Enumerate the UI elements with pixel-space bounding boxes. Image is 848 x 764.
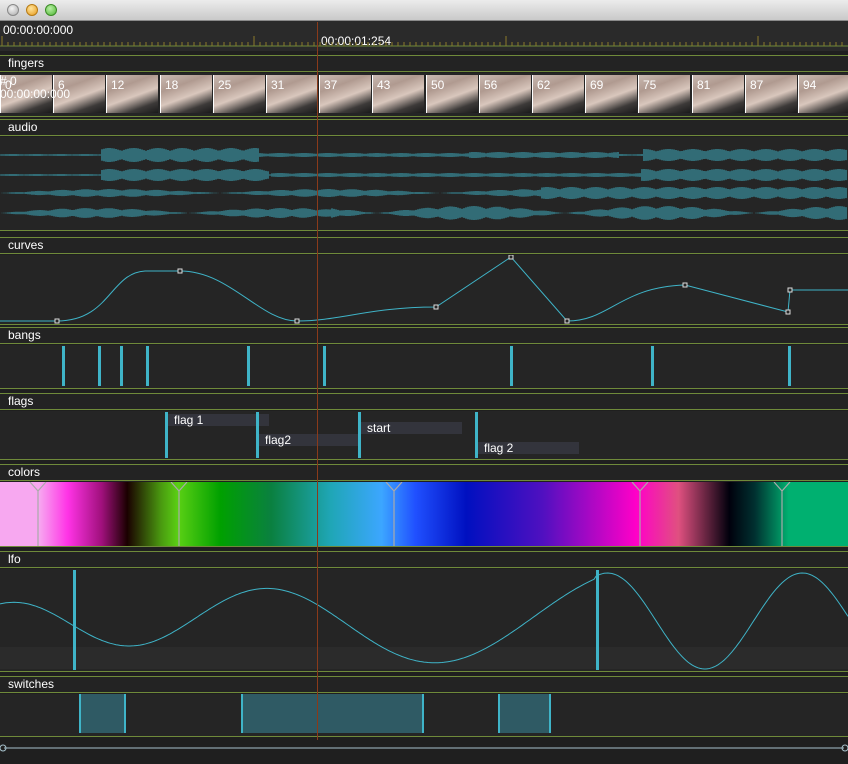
audio-channel-waveform [0, 148, 847, 162]
video-frame-thumbnail: 37 [319, 75, 371, 113]
flag-marker[interactable] [358, 412, 361, 458]
video-frame-thumbnail: 31 [266, 75, 318, 113]
bang-marker [98, 346, 101, 386]
frame-number-label: 81 [697, 78, 711, 92]
audio-channel-waveform [1, 187, 847, 199]
ruler-ticks [0, 36, 848, 47]
flag-label[interactable]: flag 2 [478, 442, 579, 454]
video-frame-thumbnail: 56 [479, 75, 531, 113]
audio-waveforms [0, 148, 847, 220]
zoom-scrollbar-track [0, 744, 848, 752]
curve-graph [0, 255, 848, 324]
video-frame-thumbnail: 69 [585, 75, 637, 113]
curve-keyframe [785, 309, 791, 315]
curve-keyframe [54, 318, 60, 324]
switch-region[interactable] [241, 694, 424, 733]
bang-marker [120, 346, 123, 386]
bang-marker [788, 346, 791, 386]
track-lfo[interactable] [0, 569, 848, 672]
video-frame-thumbnail: 25 [213, 75, 265, 113]
frame-number-label: 43 [377, 78, 391, 92]
track-label-flags[interactable]: flags [0, 393, 848, 410]
curve-keyframe [433, 304, 439, 310]
track-colors[interactable] [0, 482, 848, 547]
video-frame-thumbnail: 43 [372, 75, 424, 113]
frame-number-label: 69 [590, 78, 604, 92]
curve-keyframe [294, 318, 300, 324]
track-label-colors[interactable]: colors [0, 464, 848, 481]
track-label-audio[interactable]: audio [0, 119, 848, 136]
curve-keyframe [564, 318, 570, 324]
frame-number-label: 37 [324, 78, 338, 92]
time-ruler[interactable]: 00:00:00:000 00:00:01:254 [0, 21, 848, 51]
video-frame-thumbnail: 50 [426, 75, 478, 113]
bang-marker [146, 346, 149, 386]
track-bangs[interactable] [0, 345, 848, 389]
window-titlebar [0, 0, 848, 21]
track-switches[interactable] [0, 694, 848, 737]
bang-markers [62, 346, 791, 386]
audio-channel-waveform [1, 206, 847, 220]
track-audio[interactable] [0, 137, 848, 231]
video-frame-thumbnail: 94 [798, 75, 848, 113]
video-frame-thumbnail: 81 [692, 75, 744, 113]
frame-number-label: 12 [111, 78, 125, 92]
track-label-bangs[interactable]: bangs [0, 327, 848, 344]
color-keyframes [29, 482, 791, 546]
frame-number-label: 31 [271, 78, 285, 92]
lfo-keyframe [596, 570, 599, 670]
frame-number-label: 56 [484, 78, 498, 92]
track-label-lfo[interactable]: lfo [0, 551, 848, 568]
frame-number-label: 94 [803, 78, 817, 92]
video-frame-thumbnail: 87 [745, 75, 797, 113]
minimize-window-button[interactable] [26, 4, 38, 16]
bang-marker [651, 346, 654, 386]
flag-label[interactable]: start [361, 422, 462, 434]
frame-overlay-time: 00:00:00:000 [0, 87, 71, 101]
frame-number-label: 50 [431, 78, 445, 92]
track-flags[interactable]: flag 1 flag2 start flag 2 [0, 411, 848, 460]
bang-marker [62, 346, 65, 386]
frame-number-label: 87 [750, 78, 764, 92]
frame-number-label: 75 [643, 78, 657, 92]
video-frame-thumbnail: 62 [532, 75, 584, 113]
zoom-scrollbar[interactable] [0, 741, 848, 759]
switch-region[interactable] [79, 694, 126, 733]
curve-keyframe [508, 255, 514, 260]
close-window-button[interactable] [7, 4, 19, 16]
video-frame-thumbnail: 12 [106, 75, 158, 113]
lfo-wave [0, 570, 848, 670]
video-frame-thumbnail: 18 [160, 75, 212, 113]
track-curves[interactable] [0, 255, 848, 325]
bang-marker [323, 346, 326, 386]
track-label-switches[interactable]: switches [0, 676, 848, 693]
switch-region[interactable] [498, 694, 551, 733]
frame-number-label: 62 [537, 78, 551, 92]
track-fingers[interactable]: 0 6 12 18 25 31 37 43 50 56 62 69 75 81 87 94 # 0 00:00… [0, 73, 848, 117]
frame-number-label: 25 [218, 78, 232, 92]
track-label-fingers[interactable]: fingers [0, 55, 848, 72]
frame-number-label: 18 [165, 78, 179, 92]
video-frame-thumbnail: 75 [638, 75, 690, 113]
curve-keyframe [787, 287, 793, 293]
maximize-window-button[interactable] [45, 4, 57, 16]
playhead[interactable] [317, 22, 318, 740]
curve-keyframe [177, 268, 183, 274]
curve-keyframe [682, 282, 688, 288]
lfo-keyframe [73, 570, 76, 670]
bang-marker [247, 346, 250, 386]
audio-channel-waveform [0, 169, 847, 181]
track-label-curves[interactable]: curves [0, 237, 848, 254]
flag-label[interactable]: flag2 [259, 434, 360, 446]
bang-marker [510, 346, 513, 386]
flag-label[interactable]: flag 1 [168, 414, 269, 426]
